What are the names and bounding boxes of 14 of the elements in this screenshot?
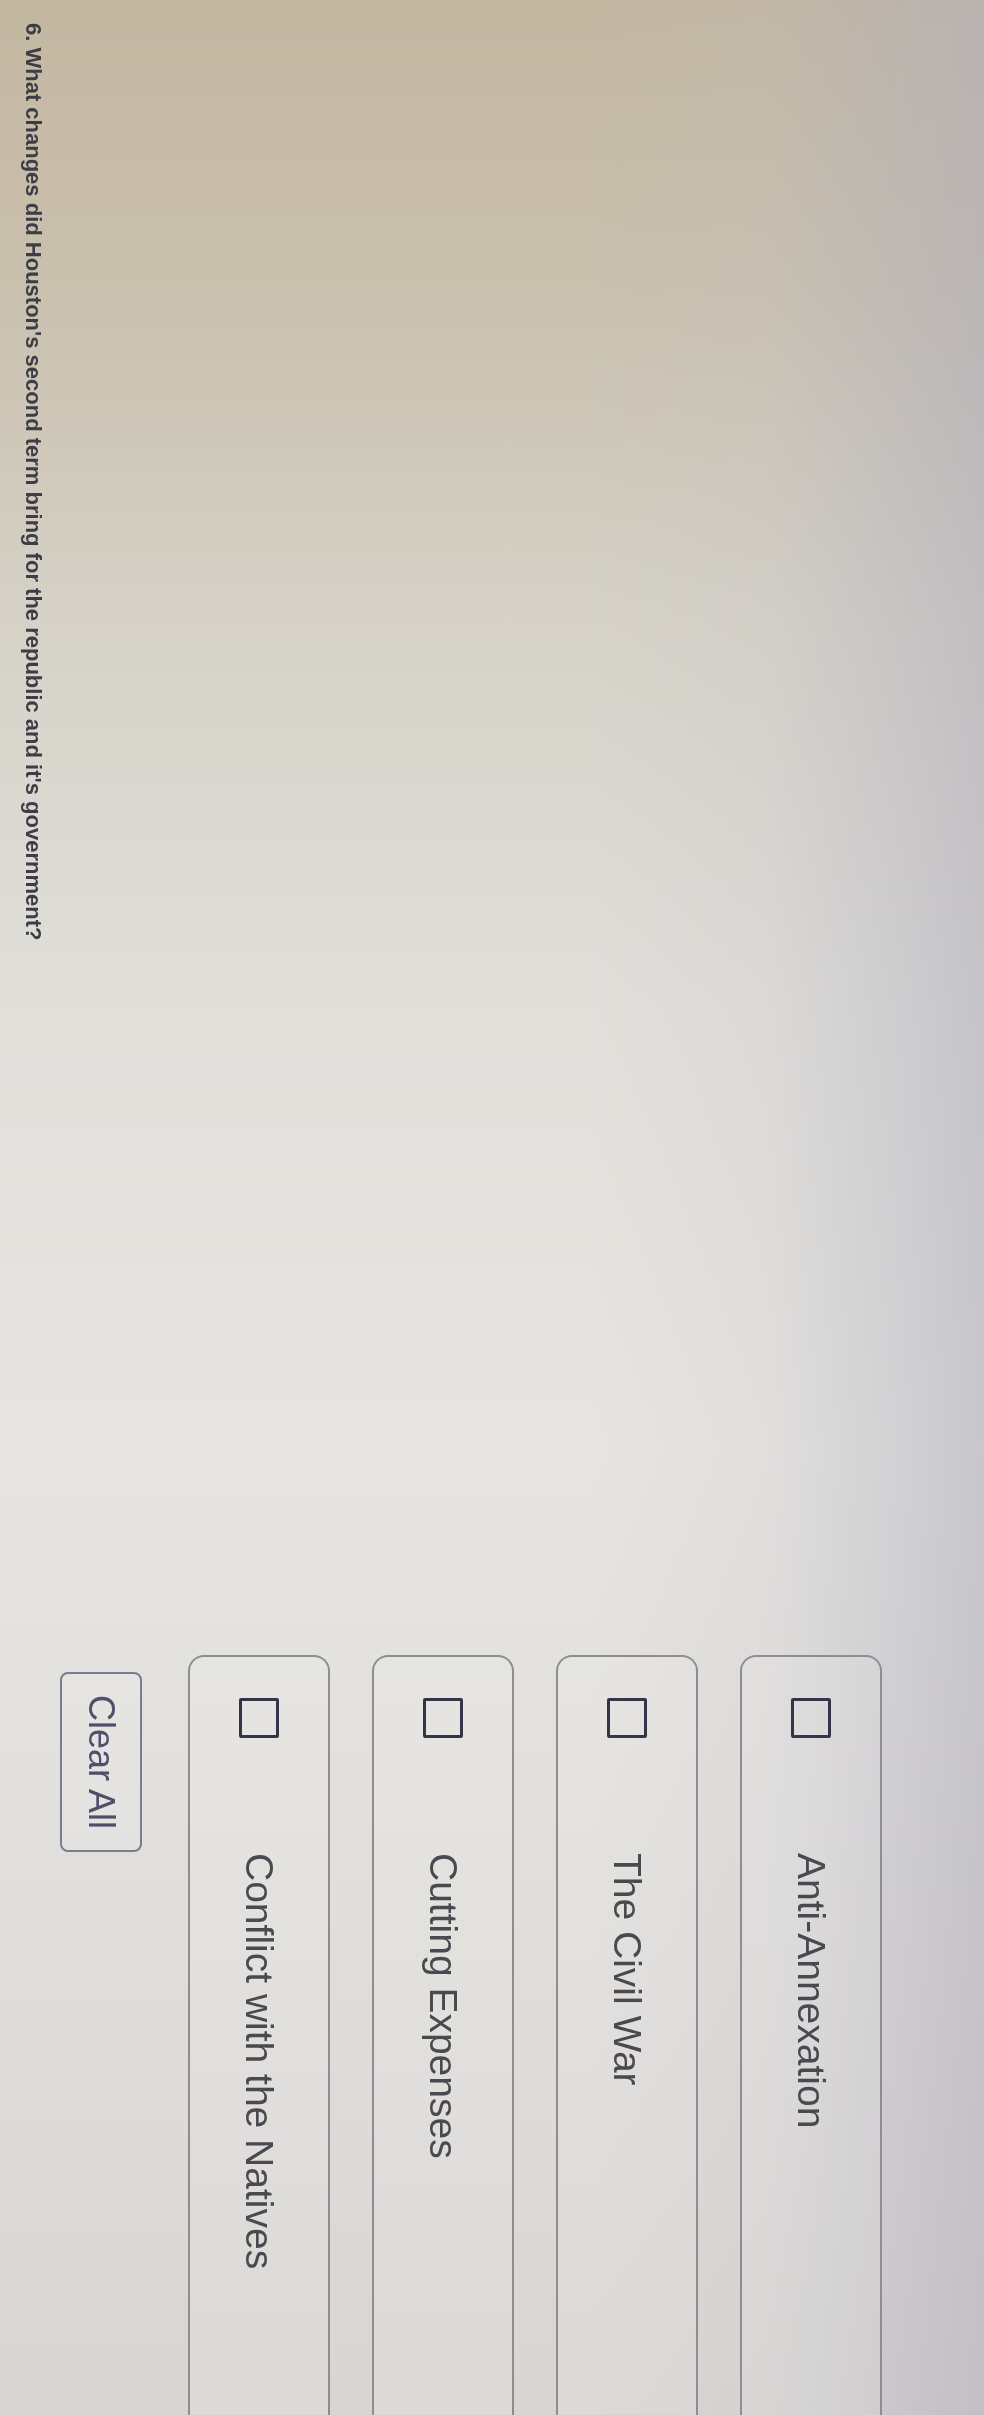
question-text: 6. What changes did Houston's second term bring for the republic and it's government?	[20, 23, 47, 941]
checkbox[interactable]	[607, 1698, 647, 1738]
checkbox[interactable]	[791, 1698, 831, 1738]
clear-all-button[interactable]: Clear All	[60, 1672, 142, 1853]
option-label: Conflict with the Natives	[237, 1853, 281, 2270]
answer-option[interactable]: The Civil War	[556, 1655, 698, 2415]
option-label: Anti-Annexation	[789, 1853, 833, 2129]
option-label: The Civil War	[605, 1853, 649, 2086]
answer-option[interactable]: Anti-Annexation	[740, 1655, 882, 2415]
answer-option[interactable]: Conflict with the Natives	[188, 1655, 330, 2415]
answer-option[interactable]: Cutting Expenses	[372, 1655, 514, 2415]
option-label: Cutting Expenses	[421, 1853, 465, 2159]
checkbox[interactable]	[239, 1698, 279, 1738]
checkbox[interactable]	[423, 1698, 463, 1738]
